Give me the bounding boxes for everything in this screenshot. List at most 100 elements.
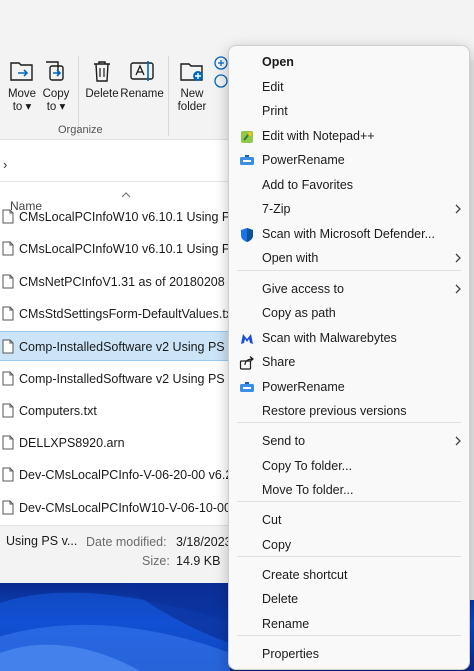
file-icon: [2, 500, 14, 515]
menu-item-send-to[interactable]: Send to: [229, 430, 469, 454]
menu-item-scan-with-microsoft-defender[interactable]: Scan with Microsoft Defender...: [229, 223, 469, 247]
chevron-right-icon: [455, 436, 461, 446]
new-folder-label-2: folder: [177, 101, 207, 113]
menu-item-label: Add to Favorites: [262, 178, 354, 192]
menu-item-edit[interactable]: Edit: [229, 76, 469, 100]
menu-item-7-zip[interactable]: 7-Zip: [229, 198, 469, 222]
menu-item-label: Copy: [262, 538, 292, 552]
move-to-icon: [10, 62, 33, 81]
file-icon: [2, 403, 14, 418]
file-name: CMsNetPCInfoV1.31 as of 20180208 for: [19, 274, 243, 289]
more-options-icon[interactable]: [212, 56, 228, 90]
file-icon: [2, 274, 14, 289]
menu-item-restore-previous-versions[interactable]: Restore previous versions: [229, 400, 469, 424]
notepad-plus-plus-icon: [241, 131, 253, 143]
malwarebytes-icon: [241, 334, 253, 344]
file-icon: [2, 435, 14, 450]
menu-item-scan-with-malwarebytes[interactable]: Scan with Malwarebytes: [229, 327, 469, 351]
size-label: Size:: [142, 554, 170, 568]
menu-item-label: Delete: [262, 592, 299, 606]
new-folder-label-1: New: [180, 88, 204, 100]
date-modified-value: 3/18/2023: [176, 535, 232, 549]
menu-item-label: Edit: [262, 80, 284, 94]
menu-item-label: Cut: [262, 513, 282, 527]
file-name: DELLXPS8920.arn: [19, 436, 125, 451]
menu-item-label: Properties: [262, 647, 319, 661]
menu-item-share[interactable]: Share: [229, 351, 469, 375]
menu-item-add-to-favorites[interactable]: Add to Favorites: [229, 174, 469, 198]
menu-item-label: Give access to: [262, 282, 344, 296]
delete-button[interactable]: Delete: [80, 58, 124, 101]
file-name: CMsLocalPCInfoW10 v6.10.1 Using PS v7: [19, 242, 256, 257]
share-icon: [239, 356, 254, 370]
menu-item-copy[interactable]: Copy: [229, 534, 469, 558]
menu-item-label: 7-Zip: [262, 202, 291, 216]
new-folder-button[interactable]: New folder: [170, 58, 214, 114]
copy-to-label-1: Copy: [42, 88, 70, 100]
copy-to-icon: [46, 61, 64, 81]
menu-item-delete[interactable]: Delete: [229, 588, 469, 612]
rename-button[interactable]: Rename: [120, 58, 164, 101]
file-name: CMsLocalPCInfoW10 v6.10.1 Using PS v7: [19, 210, 256, 224]
menu-item-copy-to-folder[interactable]: Copy To folder...: [229, 455, 469, 479]
menu-item-properties[interactable]: Properties: [229, 643, 469, 667]
menu-item-cut[interactable]: Cut: [229, 509, 469, 533]
breadcrumb-chevron-icon[interactable]: ›: [3, 157, 7, 172]
menu-item-print[interactable]: Print: [229, 100, 469, 124]
menu-item-move-to-folder[interactable]: Move To folder...: [229, 479, 469, 503]
context-menu: Open Edit Print Edit with Notepad++ PowerRen…: [228, 45, 470, 670]
menu-item-label: Print: [262, 104, 288, 118]
ribbon-divider: [168, 56, 169, 136]
menu-item-label: Restore previous versions: [262, 404, 407, 418]
menu-item-create-shortcut[interactable]: Create shortcut: [229, 564, 469, 588]
file-icon: [2, 241, 14, 256]
menu-separator: [237, 422, 461, 423]
file-name: Comp-InstalledSoftware v2 Using PS v5: [19, 340, 242, 355]
file-name: CMsStdSettingsForm-DefaultValues.txt: [19, 306, 236, 321]
menu-item-label: Rename: [262, 617, 310, 631]
new-folder-icon: [180, 63, 203, 81]
file-icon: [2, 339, 14, 354]
menu-item-label: PowerRename: [262, 380, 345, 394]
rename-icon: [130, 61, 154, 81]
file-icon: [2, 467, 14, 482]
size-value: 14.9 KB: [176, 554, 221, 568]
chevron-right-icon: [455, 253, 461, 263]
file-name: Computers.txt: [19, 403, 97, 418]
power-rename-icon: [240, 382, 254, 392]
date-modified-label: Date modified:: [86, 535, 167, 549]
menu-item-label: Share: [262, 355, 296, 369]
sort-ascending-icon: [121, 192, 131, 198]
menu-item-rename[interactable]: Rename: [229, 613, 469, 637]
menu-item-label: Scan with Malwarebytes: [262, 331, 397, 345]
file-name: Dev-CMsLocalPCInfo-V-06-20-00 v6.20.0: [19, 468, 250, 483]
menu-separator: [237, 270, 461, 271]
file-icon: [2, 371, 14, 385]
menu-separator: [237, 556, 461, 557]
menu-item-label: Send to: [262, 434, 306, 448]
menu-item-edit-with-notepad[interactable]: Edit with Notepad++: [229, 125, 469, 149]
menu-item-label: Create shortcut: [262, 568, 348, 582]
menu-separator: [237, 501, 461, 502]
file-icon: [2, 209, 14, 224]
menu-item-open[interactable]: Open: [229, 51, 469, 75]
organize-group-label: Organize: [58, 124, 103, 136]
file-name: Comp-InstalledSoftware v2 Using PS v5: [19, 371, 242, 386]
menu-item-label: Copy To folder...: [262, 459, 353, 473]
file-icon: [2, 306, 14, 321]
copy-to-label-2: to ▾: [46, 101, 66, 113]
menu-item-open-with[interactable]: Open with: [229, 247, 469, 271]
menu-item-powerrename[interactable]: PowerRename: [229, 376, 469, 400]
menu-item-label: Scan with Microsoft Defender...: [262, 227, 435, 241]
file-name: Dev-CMsLocalPCInfoW10-V-06-10-00 v6.0: [19, 500, 258, 515]
menu-item-label: Copy as path: [262, 306, 336, 320]
edge-scrollbar[interactable]: [470, 60, 474, 600]
delete-label: Delete: [85, 88, 119, 100]
copy-to-button[interactable]: Copy to ▾: [34, 58, 78, 114]
menu-item-label: Edit with Notepad++: [262, 129, 375, 143]
menu-item-give-access-to[interactable]: Give access to: [229, 278, 469, 302]
menu-item-copy-as-path[interactable]: Copy as path: [229, 302, 469, 326]
menu-item-label: PowerRename: [262, 153, 345, 167]
details-filename: Using PS v...: [6, 534, 78, 548]
menu-item-powerrename[interactable]: PowerRename: [229, 149, 469, 173]
